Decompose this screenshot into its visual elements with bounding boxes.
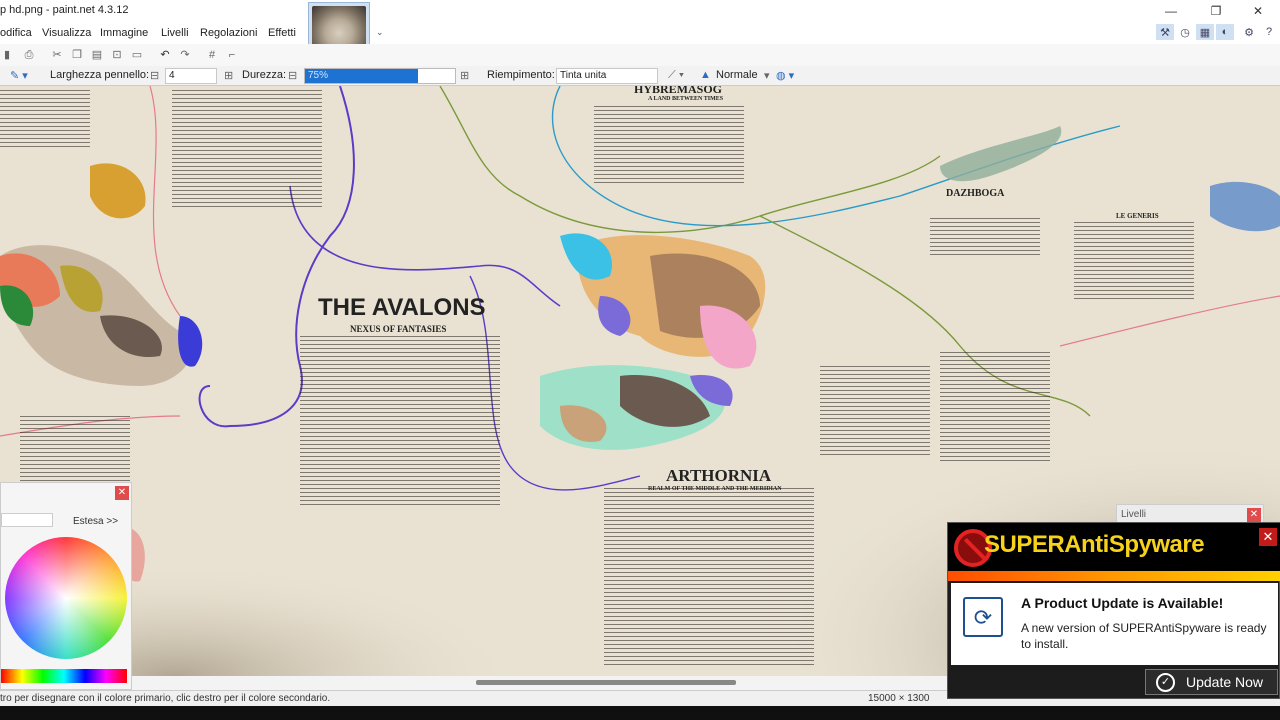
blend-mode-dropdown-icon[interactable]: ▾ xyxy=(764,69,770,82)
fill-mode-select[interactable]: Tinta unita xyxy=(556,68,658,84)
map-text-block xyxy=(1074,222,1194,302)
save-icon[interactable]: ▮ xyxy=(0,48,14,62)
minimize-button[interactable]: — xyxy=(1160,2,1182,20)
blend-mode-select[interactable]: Normale xyxy=(716,69,758,81)
popup-brand: SUPERAntiSpyware xyxy=(984,531,1205,558)
map-label-avalons-subtitle: NEXUS OF FANTASIES xyxy=(350,324,447,334)
hardness-decrease-icon[interactable]: ⊟ xyxy=(288,69,297,82)
menu-regolazioni[interactable]: Regolazioni xyxy=(200,27,257,39)
status-hint: tro per disegnare con il colore primario… xyxy=(0,693,331,704)
map-text-block xyxy=(0,90,90,150)
redo-icon[interactable]: ↷ xyxy=(178,48,192,62)
window-title: p hd.png - paint.net 4.3.12 xyxy=(0,4,129,16)
map-text-block xyxy=(820,366,930,456)
menu-modifica[interactable]: odifica xyxy=(0,27,32,39)
map-text-block xyxy=(930,218,1040,258)
menu-effetti[interactable]: Effetti xyxy=(268,27,296,39)
color-mode-select[interactable] xyxy=(1,513,53,527)
map-text-block xyxy=(594,106,744,186)
image-size-readout: 15000 × 1300 xyxy=(868,693,930,704)
map-label-le-generis: LE GENERIS xyxy=(1116,212,1159,220)
popup-title: A Product Update is Available! xyxy=(1021,595,1224,611)
menu-livelli[interactable]: Livelli xyxy=(161,27,189,39)
palette-extend-button[interactable]: Estesa >> xyxy=(73,516,118,527)
tool-options-bar: ✎ ▾ Larghezza pennello: ⊟ 4 ⊞ Durezza: ⊟… xyxy=(0,66,1280,86)
map-text-block xyxy=(940,352,1050,462)
grid-icon[interactable]: # xyxy=(205,48,219,62)
map-text-block xyxy=(604,488,814,668)
update-notification-popup: SUPERAntiSpyware ✕ ⟳ A Product Update is… xyxy=(947,522,1280,699)
selection-mode-icon[interactable]: ◍ ▾ xyxy=(776,69,794,82)
antialiasing-icon[interactable]: ⟋ ▾ xyxy=(668,69,684,82)
paste-icon[interactable]: ▤ xyxy=(90,48,104,62)
map-text-block xyxy=(300,336,500,506)
update-now-label: Update Now xyxy=(1186,674,1264,690)
undo-icon[interactable]: ↶ xyxy=(158,48,172,62)
map-label-dazhboga: DAZHBOGA xyxy=(946,188,1005,199)
palette-close-button[interactable]: ✕ xyxy=(115,486,129,500)
menu-immagine[interactable]: Immagine xyxy=(100,27,148,39)
history-window-icon[interactable]: ◷ xyxy=(1176,24,1194,40)
layers-close-button[interactable]: ✕ xyxy=(1247,508,1261,522)
brush-tool-icon[interactable]: ✎ ▾ xyxy=(10,69,28,82)
layers-window-title: Livelli xyxy=(1121,509,1147,520)
hardness-slider[interactable]: 75% xyxy=(304,68,456,84)
restore-button[interactable]: ❐ xyxy=(1205,2,1227,20)
ruler-icon[interactable]: ⌐ xyxy=(225,48,239,62)
paintnet-window: p hd.png - paint.net 4.3.12 — ❐ ✕ odific… xyxy=(0,0,1280,720)
copy-icon[interactable]: ❐ xyxy=(70,48,84,62)
brush-width-increase-icon[interactable]: ⊞ xyxy=(224,69,233,82)
crop-icon[interactable]: ⊡ xyxy=(110,48,124,62)
map-label-avalons: THE AVALONS xyxy=(318,294,486,321)
deselect-icon[interactable]: ▭ xyxy=(130,48,144,62)
map-text-block xyxy=(20,416,130,486)
brush-width-label: Larghezza pennello: xyxy=(50,69,150,81)
help-icon[interactable]: ? xyxy=(1260,24,1278,40)
title-bar: p hd.png - paint.net 4.3.12 — ❐ ✕ xyxy=(0,0,1280,22)
print-icon[interactable]: ⎙ xyxy=(22,48,36,62)
hardness-increase-icon[interactable]: ⊞ xyxy=(460,69,469,82)
horizontal-scrollbar[interactable] xyxy=(476,680,736,685)
map-label-arthornia-subtitle: REALM OF THE MIDDLE AND THE MERIDIAN xyxy=(648,486,782,492)
color-wheel-saturation xyxy=(5,537,127,659)
colors-palette-window: ✕ Estesa >> xyxy=(0,482,132,690)
layers-window-icon[interactable]: ▦ xyxy=(1196,24,1214,40)
brush-width-input[interactable]: 4 xyxy=(165,68,217,84)
brush-width-decrease-icon[interactable]: ⊟ xyxy=(150,69,159,82)
checkmark-icon: ✓ xyxy=(1156,673,1175,692)
popup-message: A new version of SUPERAntiSpyware is rea… xyxy=(1021,621,1267,651)
main-toolbar: ▮ ⎙ ✂ ❐ ▤ ⊡ ▭ ↶ ↷ # ⌐ xyxy=(0,44,1280,66)
map-label-arthornia: ARTHORNIA xyxy=(666,466,772,485)
hardness-value: 75% xyxy=(308,70,329,81)
menu-visualizza[interactable]: Visualizza xyxy=(42,27,91,39)
image-list-dropdown-icon[interactable]: ⌄ xyxy=(376,27,384,38)
windows-taskbar xyxy=(0,706,1280,720)
update-window-icon: ⟳ xyxy=(963,597,1003,637)
close-button[interactable]: ✕ xyxy=(1247,2,1269,20)
popup-header: SUPERAntiSpyware ✕ xyxy=(948,523,1280,571)
blend-mode-icon: ▲ xyxy=(700,69,711,81)
hardness-label: Durezza: xyxy=(242,69,287,81)
tools-window-icon[interactable]: ⚒ xyxy=(1156,24,1174,40)
menu-bar: odifica Visualizza Immagine Livelli Rego… xyxy=(0,22,1280,44)
popup-body: ⟳ A Product Update is Available! A new v… xyxy=(951,583,1278,665)
settings-gear-icon[interactable]: ⚙ xyxy=(1240,24,1258,40)
map-label-hybremasog-subtitle: A LAND BETWEEN TIMES xyxy=(648,96,724,102)
update-now-button[interactable]: ✓ Update Now xyxy=(1145,669,1278,695)
popup-close-button[interactable]: ✕ xyxy=(1259,528,1277,546)
color-spectrum-bar[interactable] xyxy=(1,669,127,683)
fill-label: Riempimento: xyxy=(487,69,555,81)
cut-icon[interactable]: ✂ xyxy=(50,48,64,62)
colors-window-icon[interactable]: ◐ xyxy=(1216,24,1234,40)
popup-accent-stripe xyxy=(948,571,1280,581)
map-text-block xyxy=(172,90,322,210)
